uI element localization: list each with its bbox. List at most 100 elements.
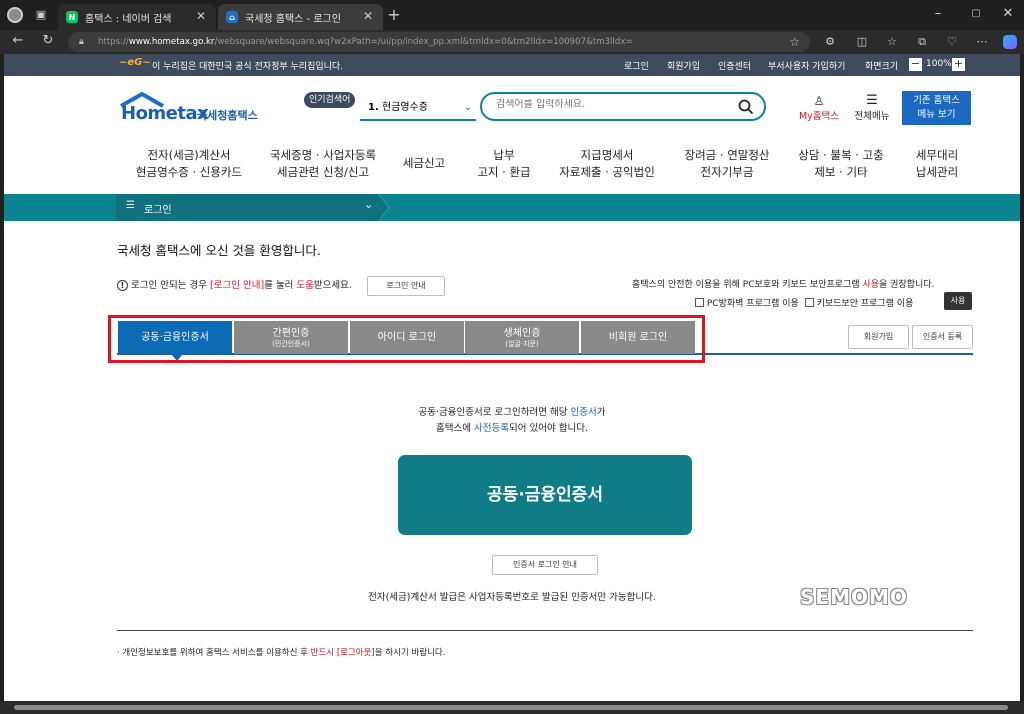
new-tab-icon[interactable]: + (386, 7, 402, 23)
highlight-box (108, 315, 705, 363)
hometax-favicon-icon: ⌂ (226, 11, 238, 23)
cert-info-line2: 홈택스에 사전등록되어 있어야 합니다. (4, 420, 1020, 434)
nav-incentives[interactable]: 장려금 · 연말정산전자기부금 (672, 147, 782, 181)
nav-e-tax-invoice[interactable]: 전자(세금)계산서 현금영수증 · 신용카드 (124, 147, 254, 181)
nav-line1: 세무대리 (915, 148, 959, 162)
login-guide-button[interactable]: 로그인 안내 (367, 276, 445, 296)
nav-line2: 자료제출 · 공익법인 (559, 165, 655, 179)
info-text: 가 (596, 407, 606, 418)
pc-firewall-label: PC방화벽 프로그램 이용 (706, 299, 799, 309)
split-screen-icon[interactable]: ◫ (854, 35, 870, 49)
tab-label: 홈택스 : 네이버 검색 (85, 13, 172, 25)
chevron-down-icon: ⌄ (364, 198, 374, 211)
nav-certificates[interactable]: 국세증명 · 사업자등록 세금관련 신청/신고 (258, 147, 388, 181)
url-path: /websquare/websquare.wq?w2xPath=/ui/pp/i… (214, 37, 633, 47)
breadcrumb-label: 로그인 (144, 205, 172, 216)
footer-text: · 개인정보보호를 위하여 홈택스 서비스를 이용하신 후 (117, 648, 311, 658)
link-login[interactable]: 로그인 (624, 59, 649, 72)
nav-tax-agent[interactable]: 세무대리 납세관리 (904, 147, 970, 181)
url-host: www.hometax.go.kr (128, 37, 215, 47)
scrollbar-thumb[interactable] (14, 705, 1008, 710)
search-input[interactable] (480, 92, 766, 121)
welcome-title: 국세청 홈택스에 오신 것을 환영합니다. (117, 243, 321, 258)
breadcrumb-bar: ☰ 로그인 ⌄ (4, 194, 1020, 221)
search-icon[interactable] (738, 99, 754, 115)
nav-line1: 상담 · 불복 · 고충 (798, 148, 884, 162)
footer-highlight: 반드시 [로그아웃] (310, 648, 375, 658)
pc-firewall-checkbox[interactable] (695, 298, 704, 307)
joint-financial-cert-login-button[interactable]: 공동·금융인증서 (398, 455, 692, 535)
favorite-star-icon[interactable]: ☆ (789, 32, 800, 52)
nav-line1: 납부 (493, 148, 515, 162)
zoom-in-button[interactable]: + (952, 58, 965, 71)
back-icon[interactable]: ← (10, 34, 26, 48)
horizontal-scrollbar[interactable] (0, 701, 1024, 714)
profile-avatar[interactable] (7, 7, 23, 23)
watermark: SEMOMO (800, 585, 908, 609)
keyboard-security-checkbox[interactable] (804, 298, 814, 307)
login-content: 국세청 홈택스에 오신 것을 환영합니다. ! 로그인 안되는 경우 [로그인 … (4, 221, 1020, 701)
tab-naver-search[interactable]: N 홈택스 : 네이버 검색 ✕ (58, 4, 216, 30)
logo-text: Hometax (121, 103, 209, 124)
collections-icon[interactable]: ⧉ (914, 35, 930, 49)
hometax-logo[interactable]: Hometax 국세청홈택스 (117, 92, 267, 124)
gov-notice-text: 이 누리집은 대한민국 공식 전자정부 누리집입니다. (152, 62, 344, 72)
zoom-out-button[interactable]: − (909, 58, 922, 71)
hamburger-menu-icon: ☰ (866, 93, 878, 108)
signup-button[interactable]: 회원가입 (848, 325, 909, 349)
info-link-preregister[interactable]: 사전등록 (474, 423, 509, 434)
search-field[interactable] (496, 99, 726, 110)
maximize-icon[interactable]: ▢ (968, 7, 984, 21)
info-text: 되어 있어야 합니다. (508, 423, 588, 434)
browser-essentials-icon[interactable]: ♡ (944, 35, 960, 49)
legacy-menu-button[interactable]: 기존 홈택스 메뉴 보기 (902, 91, 971, 125)
nav-line1: 세금신고 (402, 156, 446, 170)
favorites-icon[interactable]: ☆ (884, 35, 900, 49)
footer-text: 을 하시기 바랍니다. (374, 648, 446, 658)
minimize-icon[interactable]: – (930, 7, 946, 21)
legacy-btn-line1: 기존 홈택스 (913, 95, 960, 106)
full-menu-button[interactable]: ☰ 전체메뉴 (849, 93, 895, 123)
close-tab-icon[interactable]: ✕ (363, 9, 373, 23)
nav-line1: 전자(세금)계산서 (147, 148, 231, 162)
breadcrumb[interactable]: ☰ 로그인 ⌄ (116, 194, 378, 221)
security-text-a: 홈택스의 안전한 이용을 위해 PC보호와 키보드 보안프로그램 (632, 280, 863, 290)
cert-register-button[interactable]: 인증서 등록 (912, 325, 973, 349)
full-menu-label: 전체메뉴 (854, 111, 890, 122)
close-tab-icon[interactable]: ✕ (196, 9, 206, 23)
reload-icon[interactable]: ↻ (40, 34, 56, 48)
nav-consultation[interactable]: 상담 · 불복 · 고충 제보 · 기타 (786, 147, 896, 181)
security-highlight: 사용 (862, 280, 880, 290)
gov-notice-bar: ~eG~ 이 누리집은 대한민국 공식 전자정부 누리집입니다. 로그인 회원가… (4, 54, 1020, 76)
link-dept-user[interactable]: 부서사용자 가입하기 (768, 59, 845, 72)
security-text-b: 을 권장합니다. (879, 280, 935, 290)
extensions-icon[interactable]: ⚙ (822, 35, 838, 49)
more-icon[interactable]: ⋯ (974, 35, 990, 49)
tab-label: 국세청 홈택스 - 로그인 (245, 13, 341, 25)
nav-line2: 전자기부금 (700, 165, 754, 179)
zoom-level: 100% (926, 59, 952, 69)
nav-line1: 장려금 · 연말정산 (684, 148, 770, 162)
info-link-cert[interactable]: 인증서 (570, 407, 596, 418)
nav-tax-filing[interactable]: 세금신고 (394, 155, 454, 172)
url-field[interactable]: 🔒︎ https://www.hometax.go.kr/websquare/w… (68, 32, 810, 52)
nav-payment-statement[interactable]: 지급명세서 자료제출 · 공익법인 (552, 147, 662, 181)
tab-actions-icon[interactable]: ▣ (33, 8, 49, 22)
link-cert-center[interactable]: 인증센터 (718, 59, 751, 72)
url-prefix: https:// (98, 37, 129, 47)
list-icon: ☰ (126, 200, 135, 211)
tab-hometax-login[interactable]: ⌂ 국세청 홈택스 - 로그인 ✕ (218, 4, 383, 30)
cert-info-line1: 공동·금융인증서로 로그인하려면 해당 인증서가 (4, 404, 1020, 418)
use-button[interactable]: 사용 (944, 292, 972, 310)
logout-reminder: · 개인정보보호를 위하여 홈택스 서비스를 이용하신 후 반드시 [로그아웃]… (117, 646, 445, 658)
nav-payment[interactable]: 납부 고지 · 환급 (460, 147, 548, 181)
browser-address-bar: ← ↻ 🔒︎ https://www.hometax.go.kr/websqua… (0, 30, 1024, 54)
close-window-icon[interactable]: ✕ (1000, 7, 1016, 21)
link-signup[interactable]: 회원가입 (667, 59, 700, 72)
help-link[interactable]: [로그인 안내] (210, 280, 264, 291)
cert-login-guide-button[interactable]: 인증서 로그인 안내 (492, 555, 598, 575)
my-hometax-link[interactable]: ♙ My홈택스 (794, 94, 844, 122)
popular-search-select[interactable]: 1. 현금영수증 ⌄ (360, 95, 476, 121)
info-text: 홈택스에 (436, 423, 475, 434)
copilot-icon[interactable] (1003, 35, 1017, 49)
